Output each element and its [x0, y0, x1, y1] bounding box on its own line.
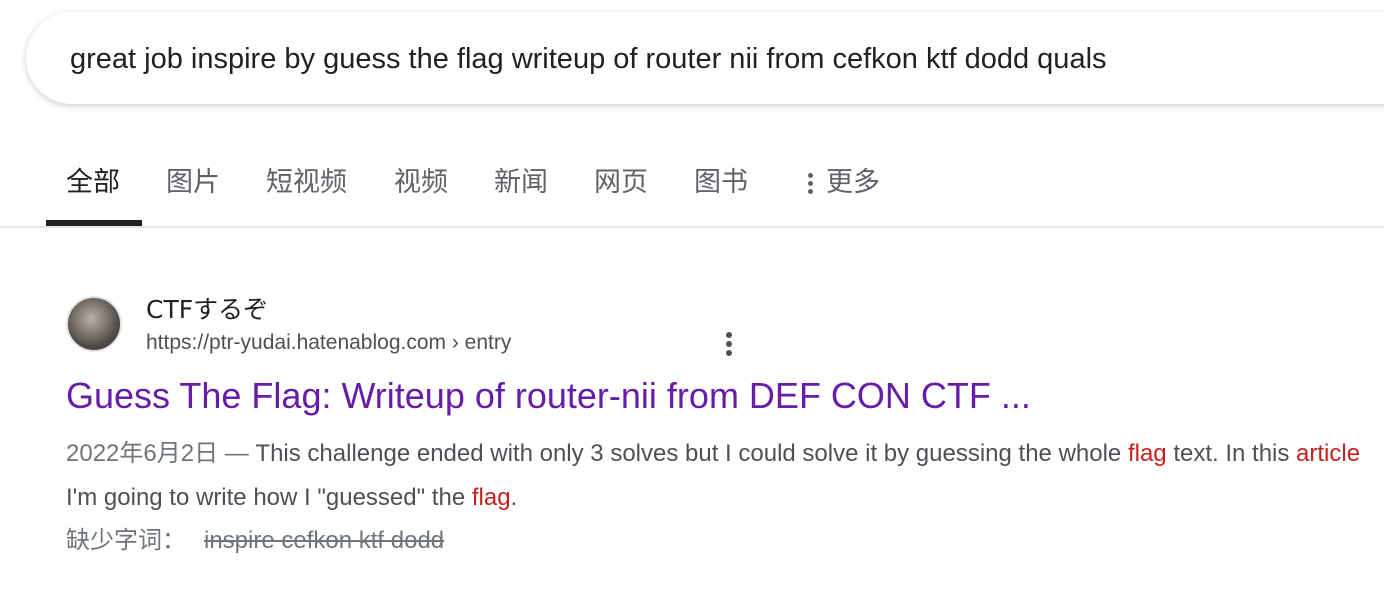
missing-terms: inspire cefkon ktf dodd [204, 527, 445, 554]
snippet-highlight: flag [471, 484, 511, 511]
tab-more[interactable]: 更多 [808, 160, 880, 199]
tab-books[interactable]: 图书 [694, 160, 748, 199]
more-vert-icon [808, 170, 814, 197]
snippet-date: 2022年6月2日 — [66, 440, 256, 467]
result-snippet: 2022年6月2日 — This challenge ended with on… [66, 432, 1376, 520]
missing-terms-row: 缺少字词： inspire cefkon ktf dodd [66, 520, 444, 555]
snippet-text: This challenge ended with only 3 solves … [255, 440, 1128, 467]
search-results-page: 全部 图片 短视频 视频 新闻 网页 图书 更多 CTFするぞ https://… [0, 0, 1384, 594]
tab-all[interactable]: 全部 [66, 160, 120, 199]
tab-news[interactable]: 新闻 [494, 160, 548, 199]
tab-videos[interactable]: 视频 [394, 160, 448, 199]
tab-more-label: 更多 [826, 167, 880, 198]
result-site-name[interactable]: CTFするぞ [146, 290, 268, 326]
site-favicon[interactable] [66, 296, 122, 352]
snippet-highlight: flag [1127, 440, 1167, 467]
missing-terms-label: 缺少字词： [66, 526, 186, 554]
active-tab-indicator [46, 220, 142, 226]
result-title-link[interactable]: Guess The Flag: Writeup of router-nii fr… [66, 375, 1031, 417]
result-url[interactable]: https://ptr-yudai.hatenablog.com › entry [146, 331, 511, 355]
more-options-icon[interactable] [722, 332, 736, 360]
tab-short-videos[interactable]: 短视频 [266, 160, 347, 199]
snippet-text: text. In this [1166, 440, 1297, 467]
snippet-text: . [510, 484, 518, 511]
snippet-text: I'm going to write how I "guessed" the [66, 484, 472, 511]
search-box[interactable] [26, 12, 1384, 106]
snippet-highlight: article [1296, 440, 1361, 467]
tab-web[interactable]: 网页 [594, 160, 648, 199]
search-tabs: 全部 图片 短视频 视频 新闻 网页 图书 更多 [0, 140, 1384, 228]
tab-images[interactable]: 图片 [166, 160, 220, 199]
search-input[interactable] [68, 12, 1372, 106]
